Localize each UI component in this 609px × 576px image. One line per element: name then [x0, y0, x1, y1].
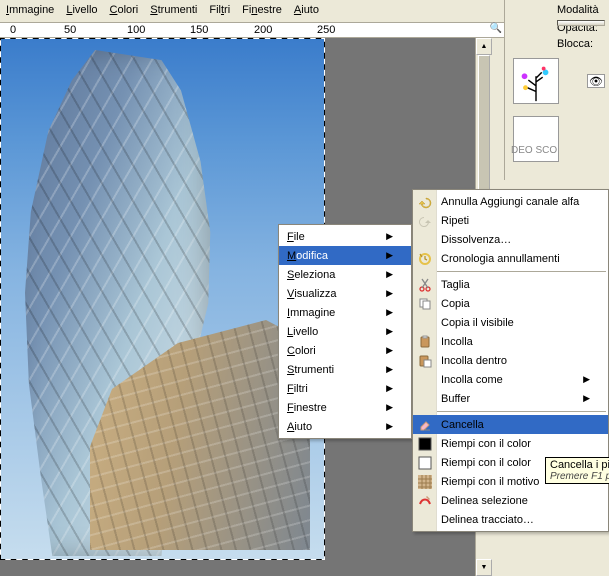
ruler-horizontal: 0 50 100 150 200 250 🔍 — [0, 22, 504, 38]
layers-panel[interactable]: Modalità Opacità: Blocca: 👁 DEO SCO — [504, 0, 609, 180]
ruler-tick: 100 — [127, 24, 145, 36]
ctxitem-immagine[interactable]: Immagine▶ — [279, 303, 411, 322]
ctxitem-filtri[interactable]: Filtri▶ — [279, 379, 411, 398]
ctxitem-visualizza[interactable]: Visualizza▶ — [279, 284, 411, 303]
menu-colori[interactable]: Colori — [110, 4, 139, 16]
ctxitem-deltrac: Delinea tracciato… — [413, 510, 608, 529]
paste-icon — [417, 334, 433, 350]
cut-icon — [417, 277, 433, 293]
scroll-down-icon[interactable]: ▼ — [476, 559, 492, 576]
copy-icon — [417, 296, 433, 312]
ctxitem-undo[interactable]: Annulla Aggiungi canale alfa — [413, 192, 608, 211]
sw-black-icon — [417, 436, 433, 452]
menu-livello[interactable]: Livello — [66, 4, 97, 16]
undo-icon — [417, 194, 433, 210]
ctxitem-finestre[interactable]: Finestre▶ — [279, 398, 411, 417]
ctxitem-modifica[interactable]: Modifica▶ — [279, 246, 411, 265]
layer-thumb-1[interactable] — [513, 58, 559, 104]
menu-separator — [415, 411, 606, 412]
ctxitem-livello[interactable]: Livello▶ — [279, 322, 411, 341]
tooltip-line2: Premere F1 pe — [550, 471, 609, 482]
ctxitem-aiuto[interactable]: Aiuto▶ — [279, 417, 411, 436]
ctxitem-dissolv: Dissolvenza… — [413, 230, 608, 249]
eraser-icon — [417, 417, 433, 433]
opacity-slider[interactable] — [557, 20, 605, 26]
scroll-thumb[interactable] — [478, 55, 490, 205]
ctxitem-copia[interactable]: Copia — [413, 294, 608, 313]
panel-blocca-label: Blocca: — [557, 38, 593, 50]
visibility-eye-icon[interactable]: 👁 — [587, 74, 605, 88]
ctxitem-cancella[interactable]: Cancella — [413, 415, 608, 434]
pattern-icon — [417, 474, 433, 490]
ctxitem-ripeti: Ripeti — [413, 211, 608, 230]
ctxitem-riempifg[interactable]: Riempi con il color — [413, 434, 608, 453]
menu-separator — [415, 271, 606, 272]
ctxitem-cron[interactable]: Cronologia annullamenti — [413, 249, 608, 268]
ctxitem-incolla[interactable]: Incolla — [413, 332, 608, 351]
ctxitem-delsel[interactable]: Delinea selezione — [413, 491, 608, 510]
ctxitem-buffer[interactable]: Buffer▶ — [413, 389, 608, 408]
stroke-icon — [417, 493, 433, 509]
ctxitem-seleziona[interactable]: Seleziona▶ — [279, 265, 411, 284]
paste-into-icon — [417, 353, 433, 369]
ctxitem-strumenti[interactable]: Strumenti▶ — [279, 360, 411, 379]
redo-icon — [417, 213, 433, 229]
video-label-fragment: DEO SCO — [511, 145, 557, 156]
ctxitem-colori[interactable]: Colori▶ — [279, 341, 411, 360]
scroll-up-icon[interactable]: ▲ — [476, 38, 492, 55]
ctxitem-file[interactable]: File▶ — [279, 227, 411, 246]
panel-modalita-label: Modalità — [557, 4, 599, 16]
menu-immagine[interactable]: Immagine — [6, 4, 54, 16]
ctxitem-incollad[interactable]: Incolla dentro — [413, 351, 608, 370]
ruler-tick: 50 — [64, 24, 76, 36]
menu-aiuto[interactable]: Aiuto — [294, 4, 319, 16]
context-menu-main[interactable]: File▶Modifica▶Seleziona▶Visualizza▶Immag… — [278, 224, 412, 439]
tooltip: Cancella i pi Premere F1 pe — [545, 457, 609, 484]
zoom-icon[interactable]: 🔍 — [490, 23, 502, 34]
ruler-tick: 150 — [190, 24, 208, 36]
sw-white-icon — [417, 455, 433, 471]
ctxitem-copiav[interactable]: Copia il visibile — [413, 313, 608, 332]
ctxitem-taglia[interactable]: Taglia — [413, 275, 608, 294]
image-content — [0, 38, 325, 560]
ruler-tick: 250 — [317, 24, 335, 36]
menu-strumenti[interactable]: Strumenti — [150, 4, 197, 16]
ctxitem-incollac[interactable]: Incolla come▶ — [413, 370, 608, 389]
history-icon — [417, 251, 433, 267]
tooltip-line1: Cancella i pi — [550, 459, 609, 471]
ruler-tick: 200 — [254, 24, 272, 36]
ruler-tick: 0 — [10, 24, 16, 36]
menu-filtri[interactable]: Filtri — [209, 4, 230, 16]
menu-finestre[interactable]: Finestre — [242, 4, 282, 16]
